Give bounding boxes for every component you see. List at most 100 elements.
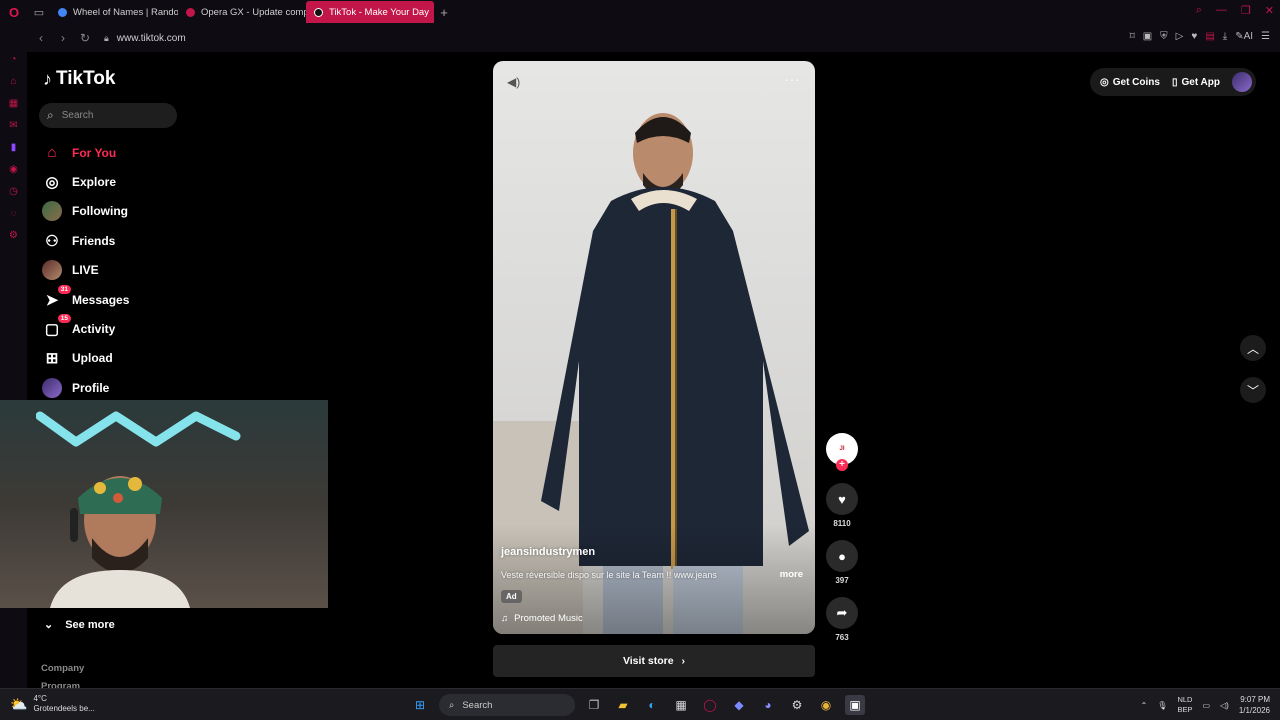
maximize-button[interactable]: ❐ (1241, 4, 1251, 17)
file-explorer-icon[interactable]: ▰ (613, 695, 633, 715)
video-player[interactable]: ◀) ··· jeansindustrymen Veste réversible… (493, 61, 815, 634)
next-video-button[interactable]: ﹀ (1240, 377, 1266, 403)
top-right-actions: ◎ Get Coins ▯ Get App (1090, 68, 1256, 96)
see-more-button[interactable]: ⌄ See more (44, 618, 115, 632)
tab-favicon-icon (58, 7, 67, 17)
like-button[interactable]: ♥ (826, 483, 858, 515)
search-tabs-icon[interactable]: ⌕ (1196, 4, 1202, 17)
tab-menu-icon[interactable]: ▭ (28, 0, 50, 24)
discord-icon[interactable]: ◕ (758, 695, 778, 715)
get-app-label: Get App (1181, 76, 1220, 88)
keyboard-code: BEP (1177, 705, 1193, 714)
aria-ai-button[interactable]: ✎AI (1235, 31, 1253, 42)
news-icon[interactable]: ▦ (8, 98, 20, 114)
settings-icon[interactable]: ⚙ (787, 695, 807, 715)
description-more-link[interactable]: more (780, 569, 803, 580)
tab-label: Wheel of Names | Random (73, 6, 178, 18)
nav-item-upload[interactable]: ⊞ Upload (40, 344, 200, 373)
minimize-button[interactable]: — (1216, 4, 1227, 17)
nav-label: Following (72, 204, 128, 219)
close-window-button[interactable]: ✕ (1265, 4, 1274, 17)
lock-icon: 🔒︎ (104, 32, 109, 43)
video-username[interactable]: jeansindustrymen (501, 546, 595, 558)
mail-icon[interactable]: ✉ (8, 120, 20, 136)
footer-link-company[interactable]: Company (41, 663, 84, 674)
store-icon[interactable]: ⌂ (8, 76, 20, 92)
tab-opera-gx[interactable]: Opera GX - Update comp (178, 1, 306, 23)
mute-icon[interactable]: ◀) (507, 75, 520, 89)
twitch-icon[interactable]: ▮ (8, 142, 20, 158)
forward-button[interactable]: › (54, 31, 72, 45)
video-actions: JI + ♥ 8110 ● 397 ➦ 763 (826, 433, 858, 642)
nav-item-explore[interactable]: ◎ Explore (40, 167, 200, 196)
window-controls: ⌕ — ❐ ✕ (1196, 4, 1274, 17)
menu-icon[interactable]: ☰ (1261, 31, 1270, 42)
task-view-icon[interactable]: ❐ (584, 695, 604, 715)
history-icon[interactable]: ◷ (8, 186, 20, 202)
app-icon[interactable]: ◆ (729, 695, 749, 715)
language-indicator[interactable]: NLD BEP (1177, 695, 1192, 715)
search-input[interactable] (61, 110, 162, 121)
settings-icon[interactable]: ⚙ (8, 230, 20, 246)
player-icon[interactable]: ▷ (1176, 31, 1184, 42)
share-button[interactable]: ➦ (826, 597, 858, 629)
nav-label: Explore (72, 175, 117, 190)
download-icon[interactable]: ⤓ (1223, 31, 1227, 42)
snapshot-icon[interactable]: ▣ (1143, 31, 1152, 42)
tray-chevron-icon[interactable]: ⌃ (1141, 701, 1148, 710)
store-icon[interactable]: ▦ (671, 695, 691, 715)
gx-control-icon[interactable]: ◔ (8, 54, 20, 70)
heart-icon[interactable]: ♥ (1191, 31, 1197, 42)
network-icon[interactable]: ▭ (1202, 701, 1210, 710)
visit-store-label: Visit store (622, 655, 674, 667)
nav-item-activity[interactable]: ▢ 15 Activity (40, 314, 200, 343)
nav-item-following[interactable]: Following (40, 197, 200, 226)
tiktok-search-box[interactable]: ⌕ (39, 103, 177, 128)
tab-wheel-of-names[interactable]: Wheel of Names | Random (50, 1, 178, 23)
tab-tiktok[interactable]: TikTok - Make Your Day (306, 1, 434, 23)
shield-icon[interactable]: ⛨ (1160, 31, 1168, 42)
user-avatar[interactable] (1232, 72, 1252, 92)
get-app-button[interactable]: ▯ Get App (1172, 77, 1220, 88)
creator-avatar[interactable]: JI + (826, 433, 858, 471)
volume-icon[interactable]: ◁) (1220, 701, 1229, 710)
tiktok-logo[interactable]: ♪ TikTok (43, 68, 115, 90)
music-label: Promoted Music (514, 613, 583, 624)
follow-plus-icon[interactable]: + (836, 459, 848, 471)
tiktok-wordmark: TikTok (56, 68, 116, 89)
nav-item-profile[interactable]: Profile (40, 373, 200, 402)
windows-start-icon[interactable]: ⊞ (410, 695, 430, 715)
home-icon: ⌂ (47, 144, 57, 162)
messenger-icon[interactable]: ◌ (8, 208, 20, 224)
get-coins-button[interactable]: ◎ Get Coins (1100, 77, 1160, 88)
music-note-icon: ♫ (501, 613, 509, 624)
nav-item-for-you[interactable]: ⌂ For You (40, 138, 200, 167)
reload-button[interactable]: ↻ (76, 31, 94, 45)
weather-widget[interactable]: ⛅ 4°C Grotendeels be... (10, 694, 95, 714)
bookmark-icon[interactable]: ⌑ (1130, 31, 1135, 42)
visit-store-button[interactable]: Visit store › (493, 645, 815, 677)
player-sidebar-icon[interactable]: ◉ (8, 164, 20, 180)
comment-button[interactable]: ● (826, 540, 858, 572)
nav-item-messages[interactable]: ➤ 31 Messages (40, 284, 200, 314)
chrome-icon[interactable]: ◉ (816, 695, 836, 715)
comment-icon: ● (838, 548, 846, 564)
microphone-icon[interactable]: 🎙︎ (1157, 701, 1167, 710)
nav-item-friends[interactable]: ⚇ Friends (40, 226, 200, 255)
opera-logo-icon[interactable]: O (0, 0, 28, 24)
previous-video-button[interactable]: ︿ (1240, 335, 1266, 361)
streamer-image (50, 476, 190, 608)
back-button[interactable]: ‹ (32, 31, 50, 45)
url-field[interactable]: www.tiktok.com (117, 33, 186, 44)
taskbar-search[interactable]: ⌕ Search (439, 694, 575, 716)
nav-item-live[interactable]: LIVE (40, 256, 200, 285)
active-app-icon[interactable]: ▣ (845, 695, 865, 715)
more-options-icon[interactable]: ··· (784, 71, 801, 87)
clock[interactable]: 9:07 PM 1/1/2026 (1239, 694, 1270, 716)
new-tab-button[interactable]: + (434, 5, 454, 20)
opera-gx-icon[interactable]: ◯ (700, 695, 720, 715)
edge-icon[interactable]: ◐ (642, 695, 662, 715)
music-link[interactable]: ♫ Promoted Music (501, 613, 583, 624)
wallet-icon[interactable]: ▤ (1205, 31, 1214, 42)
browser-tab-bar: O ▭ Wheel of Names | Random Opera GX - U… (0, 0, 1280, 24)
